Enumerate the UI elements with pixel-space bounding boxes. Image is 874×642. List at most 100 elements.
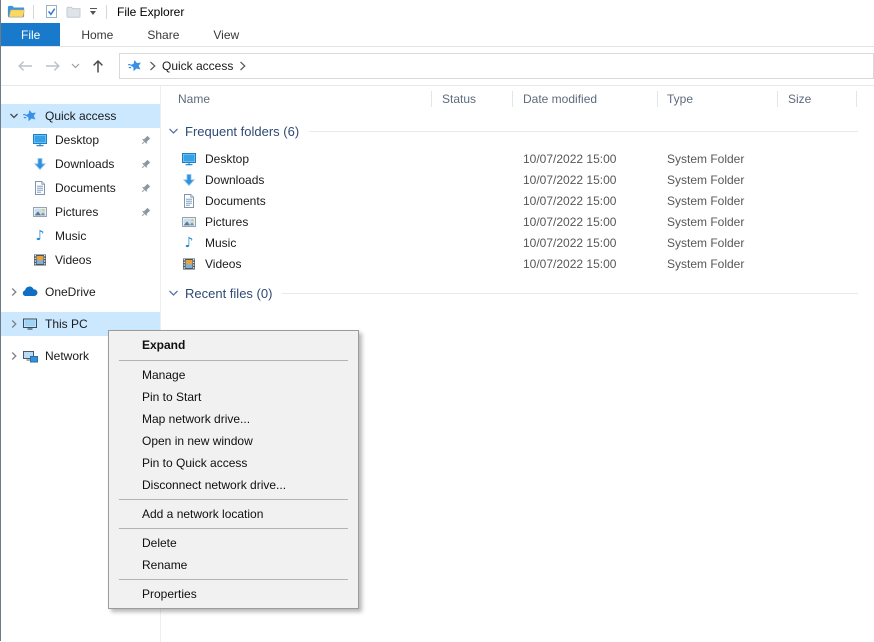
- file-row-music[interactable]: ♪ Music 10/07/2022 15:00 System Folder: [161, 232, 874, 253]
- file-row-desktop[interactable]: Desktop 10/07/2022 15:00 System Folder: [161, 148, 874, 169]
- menu-item-rename[interactable]: Rename: [109, 554, 358, 576]
- file-date-modified: 10/07/2022 15:00: [513, 215, 658, 229]
- music-icon: ♪: [181, 235, 197, 251]
- sidebar-item-label: Music: [55, 229, 86, 243]
- sidebar-item-downloads[interactable]: Downloads: [0, 152, 160, 176]
- chevron-down-icon[interactable]: [168, 288, 179, 298]
- file-name: Pictures: [205, 215, 248, 229]
- documents-icon: [181, 193, 197, 209]
- column-header-name[interactable]: Name: [161, 86, 432, 112]
- file-row-pictures[interactable]: Pictures 10/07/2022 15:00 System Folder: [161, 211, 874, 232]
- column-header-type[interactable]: Type: [658, 86, 778, 112]
- sidebar-item-quick-access[interactable]: Quick access: [0, 104, 160, 128]
- group-rule: [309, 131, 858, 132]
- group-label: Frequent folders (6): [185, 124, 299, 139]
- group-header-recent-files[interactable]: Recent files (0): [161, 282, 874, 304]
- menu-item-delete[interactable]: Delete: [109, 532, 358, 554]
- sidebar-item-label: Downloads: [55, 157, 114, 171]
- menu-separator: [119, 579, 348, 580]
- documents-icon: [31, 180, 49, 196]
- customize-quick-access-toolbar-icon[interactable]: [86, 3, 100, 21]
- breadcrumb-chevron-icon[interactable]: [149, 61, 156, 71]
- desktop-icon: [181, 151, 197, 167]
- breadcrumb-quick-access[interactable]: Quick access: [162, 59, 233, 73]
- pictures-icon: [31, 204, 49, 220]
- chevron-right-icon[interactable]: [6, 351, 21, 361]
- column-header-size[interactable]: Size: [778, 86, 857, 112]
- menu-item-disconnect-network-drive[interactable]: Disconnect network drive...: [109, 474, 358, 496]
- menu-item-add-a-network-location[interactable]: Add a network location: [109, 503, 358, 525]
- file-name: Music: [205, 236, 236, 250]
- back-button-icon[interactable]: [13, 54, 37, 78]
- breadcrumb-chevron-icon[interactable]: [239, 61, 246, 71]
- navigation-bar: Quick access: [0, 47, 874, 86]
- recent-locations-dropdown-icon[interactable]: [67, 54, 83, 78]
- explorer-logo-icon[interactable]: [7, 3, 25, 21]
- group-header-frequent-folders[interactable]: Frequent folders (6): [161, 120, 874, 142]
- pin-icon: [139, 134, 152, 147]
- videos-icon: [181, 256, 197, 272]
- file-row-downloads[interactable]: Downloads 10/07/2022 15:00 System Folder: [161, 169, 874, 190]
- properties-icon[interactable]: [42, 3, 60, 21]
- toolbar-separator: [106, 5, 107, 19]
- sidebar-item-pictures[interactable]: Pictures: [0, 200, 160, 224]
- column-header-status[interactable]: Status: [432, 86, 513, 112]
- group-label: Recent files (0): [185, 286, 272, 301]
- file-row-videos[interactable]: Videos 10/07/2022 15:00 System Folder: [161, 253, 874, 274]
- sidebar-item-documents[interactable]: Documents: [0, 176, 160, 200]
- chevron-down-icon[interactable]: [168, 126, 179, 136]
- tab-view[interactable]: View: [196, 23, 256, 46]
- menu-item-expand[interactable]: Expand: [109, 333, 358, 357]
- file-row-documents[interactable]: Documents 10/07/2022 15:00 System Folder: [161, 190, 874, 211]
- menu-separator: [119, 528, 348, 529]
- chevron-down-icon[interactable]: [6, 111, 21, 121]
- file-type: System Folder: [658, 173, 778, 187]
- file-name: Documents: [205, 194, 266, 208]
- sidebar-item-label: Network: [45, 349, 89, 363]
- desktop-icon: [31, 132, 49, 148]
- sidebar-item-label: Videos: [55, 253, 91, 267]
- file-date-modified: 10/07/2022 15:00: [513, 152, 658, 166]
- title-bar: File Explorer: [0, 0, 874, 23]
- videos-icon: [31, 252, 49, 268]
- file-date-modified: 10/07/2022 15:00: [513, 257, 658, 271]
- file-type: System Folder: [658, 257, 778, 271]
- pin-icon: [139, 158, 152, 171]
- downloads-icon: [181, 172, 197, 188]
- pictures-icon: [181, 214, 197, 230]
- address-bar[interactable]: Quick access: [119, 53, 874, 79]
- menu-item-properties[interactable]: Properties: [109, 583, 358, 605]
- file-date-modified: 10/07/2022 15:00: [513, 173, 658, 187]
- file-type: System Folder: [658, 236, 778, 250]
- group-rule: [282, 293, 858, 294]
- menu-item-pin-to-quick-access[interactable]: Pin to Quick access: [109, 452, 358, 474]
- sidebar-item-videos[interactable]: Videos: [0, 248, 160, 272]
- menu-item-pin-to-start[interactable]: Pin to Start: [109, 386, 358, 408]
- sidebar-item-label: OneDrive: [45, 285, 96, 299]
- chevron-right-icon[interactable]: [6, 319, 21, 329]
- network-icon: [21, 348, 39, 364]
- file-name: Downloads: [205, 173, 264, 187]
- sidebar-item-desktop[interactable]: Desktop: [0, 128, 160, 152]
- menu-item-manage[interactable]: Manage: [109, 364, 358, 386]
- downloads-icon: [31, 156, 49, 172]
- sidebar-item-onedrive[interactable]: OneDrive: [0, 280, 160, 304]
- context-menu: Expand Manage Pin to Start Map network d…: [108, 330, 359, 609]
- toolbar-separator: [33, 5, 34, 19]
- tab-home[interactable]: Home: [64, 23, 130, 46]
- tab-share[interactable]: Share: [130, 23, 196, 46]
- sidebar-item-label: Documents: [55, 181, 116, 195]
- up-button-icon[interactable]: [87, 54, 109, 78]
- sidebar-item-label: Desktop: [55, 133, 99, 147]
- column-header-date-modified[interactable]: Date modified: [513, 86, 658, 112]
- sidebar-item-music[interactable]: ♪ Music: [0, 224, 160, 248]
- chevron-right-icon[interactable]: [6, 287, 21, 297]
- file-type: System Folder: [658, 152, 778, 166]
- menu-item-map-network-drive[interactable]: Map network drive...: [109, 408, 358, 430]
- menu-item-open-in-new-window[interactable]: Open in new window: [109, 430, 358, 452]
- forward-button-icon[interactable]: [41, 54, 65, 78]
- new-folder-icon[interactable]: [64, 3, 82, 21]
- sidebar-item-label: Pictures: [55, 205, 98, 219]
- tab-file[interactable]: File: [1, 23, 60, 46]
- menu-separator: [119, 499, 348, 500]
